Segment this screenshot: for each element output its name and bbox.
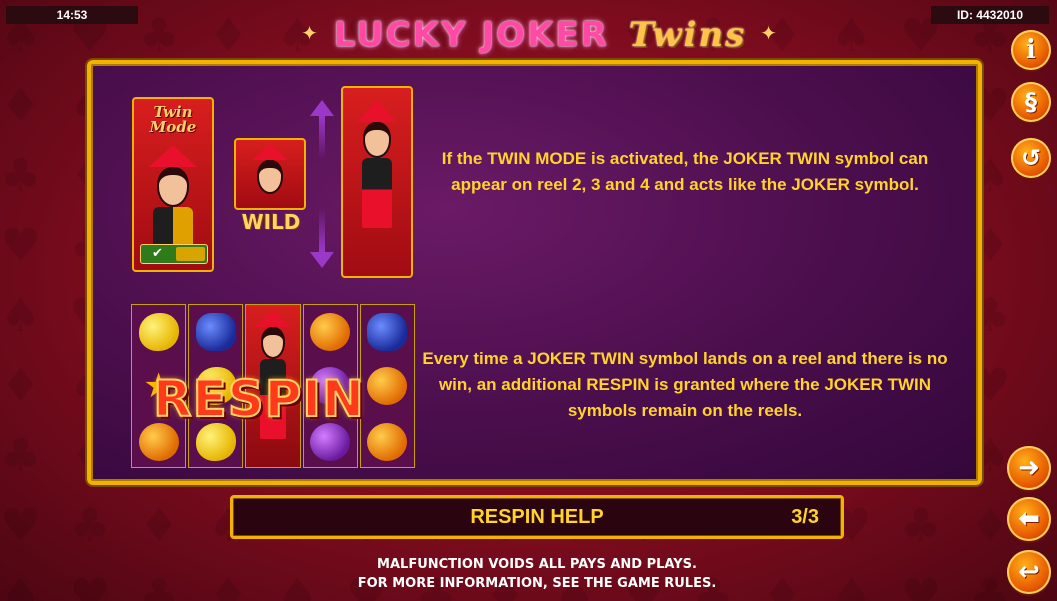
twin-mode-title-line2: Mode (149, 118, 197, 136)
next-page-button[interactable]: ➜ (1007, 446, 1051, 490)
section-title: RESPIN HELP (470, 506, 604, 528)
grapes-icon (195, 313, 236, 351)
twin-mode-description: If the TWIN MODE is activated, the JOKER… (441, 149, 929, 194)
info-button[interactable]: i (1011, 30, 1051, 70)
history-button[interactable]: ↺ (1011, 138, 1051, 178)
spark-icon: ✦ (301, 21, 320, 45)
arrow-down-icon (310, 252, 334, 268)
help-section-bar: RESPIN HELP 3/3 (230, 495, 844, 539)
wild-symbol-card (234, 138, 306, 210)
respin-banner: RESPIN (152, 369, 365, 429)
logo-main-text: LUCKY JOKER (333, 15, 609, 55)
clock: 14:53 (6, 6, 138, 24)
page-indicator: 3/3 (791, 506, 819, 528)
rules-button[interactable]: § (1011, 82, 1051, 122)
twin-mode-title: Twin Mode (134, 105, 212, 135)
disclaimer-line1: MALFUNCTION VOIDS ALL PAYS AND PLAYS. (377, 557, 697, 572)
disclaimer-line2: FOR MORE INFORMATION, SEE THE GAME RULES… (357, 576, 717, 591)
back-to-game-button[interactable]: ↩ (1007, 550, 1051, 594)
respin-description: Every time a JOKER TWIN symbol lands on … (422, 349, 948, 420)
disclaimer: MALFUNCTION VOIDS ALL PAYS AND PLAYS. FO… (230, 555, 844, 593)
help-panel: Twin Mode ✔ WILD ★ RESPIN If the TWIN MO… (87, 60, 982, 485)
orange-icon (310, 313, 351, 351)
arrow-up-icon (310, 100, 334, 116)
joker-twin-symbol-card (341, 86, 413, 278)
prev-page-button[interactable]: ⬅ (1007, 497, 1051, 541)
joker-twin-figure (357, 100, 397, 228)
arrow-up-stem (319, 116, 325, 160)
twin-mode-card: Twin Mode ✔ (132, 97, 214, 272)
checkmark-icon: ✔ (152, 246, 163, 261)
lemon-icon (138, 313, 179, 351)
game-logo: ✦ LUCKY JOKER Twins ✦ (300, 15, 780, 57)
game-id: ID: 4432010 (931, 6, 1049, 24)
wild-label: WILD (241, 210, 301, 234)
twin-mode-toggle: ✔ (140, 244, 208, 264)
joker-girl-figure (149, 145, 197, 247)
joker-girl-portrait (252, 144, 288, 194)
lemon-icon (195, 423, 236, 461)
logo-accent-text: Twins (628, 15, 747, 55)
grapes-icon (367, 313, 408, 351)
orange-icon (138, 423, 179, 461)
plum-icon (310, 423, 351, 461)
arrow-down-stem (319, 208, 325, 252)
orange-icon (367, 423, 408, 461)
spark-icon: ✦ (760, 21, 779, 45)
